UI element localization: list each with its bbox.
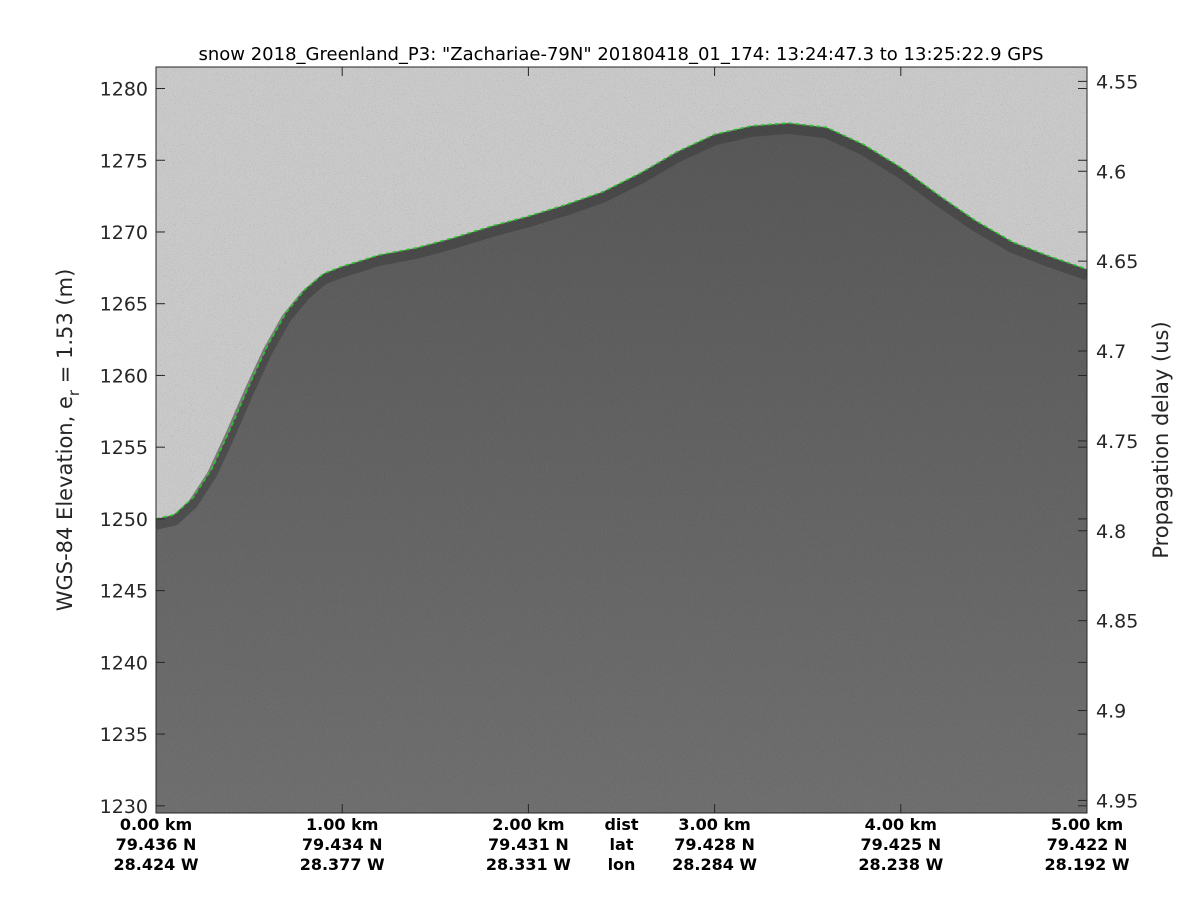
lat-tick-label: 79.428 N — [674, 835, 755, 854]
lon-row-label: lon — [608, 855, 636, 874]
lon-tick-label: 28.238 W — [858, 855, 943, 874]
dist-tick-label: 5.00 km — [1051, 815, 1123, 834]
lat-tick-label: 79.434 N — [302, 835, 383, 854]
lat-tick-label: 79.425 N — [860, 835, 941, 854]
left-axis-label: WGS-84 Elevation, er = 1.53 (m) — [53, 269, 83, 612]
dist-tick-label: 3.00 km — [678, 815, 750, 834]
lon-tick-label: 28.424 W — [114, 855, 199, 874]
left-tick-label: 1270 — [100, 222, 148, 244]
radar-echogram-figure: snow 2018_Greenland_P3: "Zachariae-79N" … — [53, 44, 1173, 874]
left-tick-label: 1275 — [100, 150, 148, 172]
lon-tick-label: 28.331 W — [486, 855, 571, 874]
right-tick-label: 4.8 — [1096, 521, 1126, 543]
dist-tick-label: 1.00 km — [306, 815, 378, 834]
right-tick-label: 4.85 — [1096, 611, 1138, 633]
lat-tick-label: 79.422 N — [1047, 835, 1128, 854]
left-tick-label: 1235 — [100, 724, 148, 746]
right-axis-label: Propagation delay (us) — [1149, 321, 1173, 558]
dist-row-label: dist — [604, 815, 638, 834]
left-tick-label: 1240 — [100, 652, 148, 674]
right-tick-label: 4.9 — [1096, 701, 1126, 723]
left-tick-label: 1245 — [100, 581, 148, 603]
left-tick-label: 1250 — [100, 509, 148, 531]
left-tick-label: 1260 — [100, 365, 148, 387]
lon-tick-label: 28.377 W — [300, 855, 385, 874]
right-tick-label: 4.6 — [1096, 161, 1126, 183]
lat-tick-label: 79.436 N — [116, 835, 197, 854]
dist-tick-label: 4.00 km — [865, 815, 937, 834]
lat-tick-label: 79.431 N — [488, 835, 569, 854]
lat-row-label: lat — [610, 835, 634, 854]
right-tick-label: 4.95 — [1096, 790, 1138, 812]
right-tick-label: 4.65 — [1096, 251, 1138, 273]
left-tick-label: 1265 — [100, 294, 148, 316]
left-tick-label: 1280 — [100, 79, 148, 101]
right-tick-label: 4.55 — [1096, 71, 1138, 93]
chart-title: snow 2018_Greenland_P3: "Zachariae-79N" … — [198, 44, 1043, 65]
right-tick-label: 4.75 — [1096, 431, 1138, 453]
right-tick-label: 4.7 — [1096, 341, 1126, 363]
echogram-speckle-noise — [156, 67, 1087, 813]
lon-tick-label: 28.284 W — [672, 855, 757, 874]
dist-tick-label: 0.00 km — [120, 815, 192, 834]
lon-tick-label: 28.192 W — [1045, 855, 1130, 874]
left-tick-label: 1255 — [100, 437, 148, 459]
dist-tick-label: 2.00 km — [492, 815, 564, 834]
